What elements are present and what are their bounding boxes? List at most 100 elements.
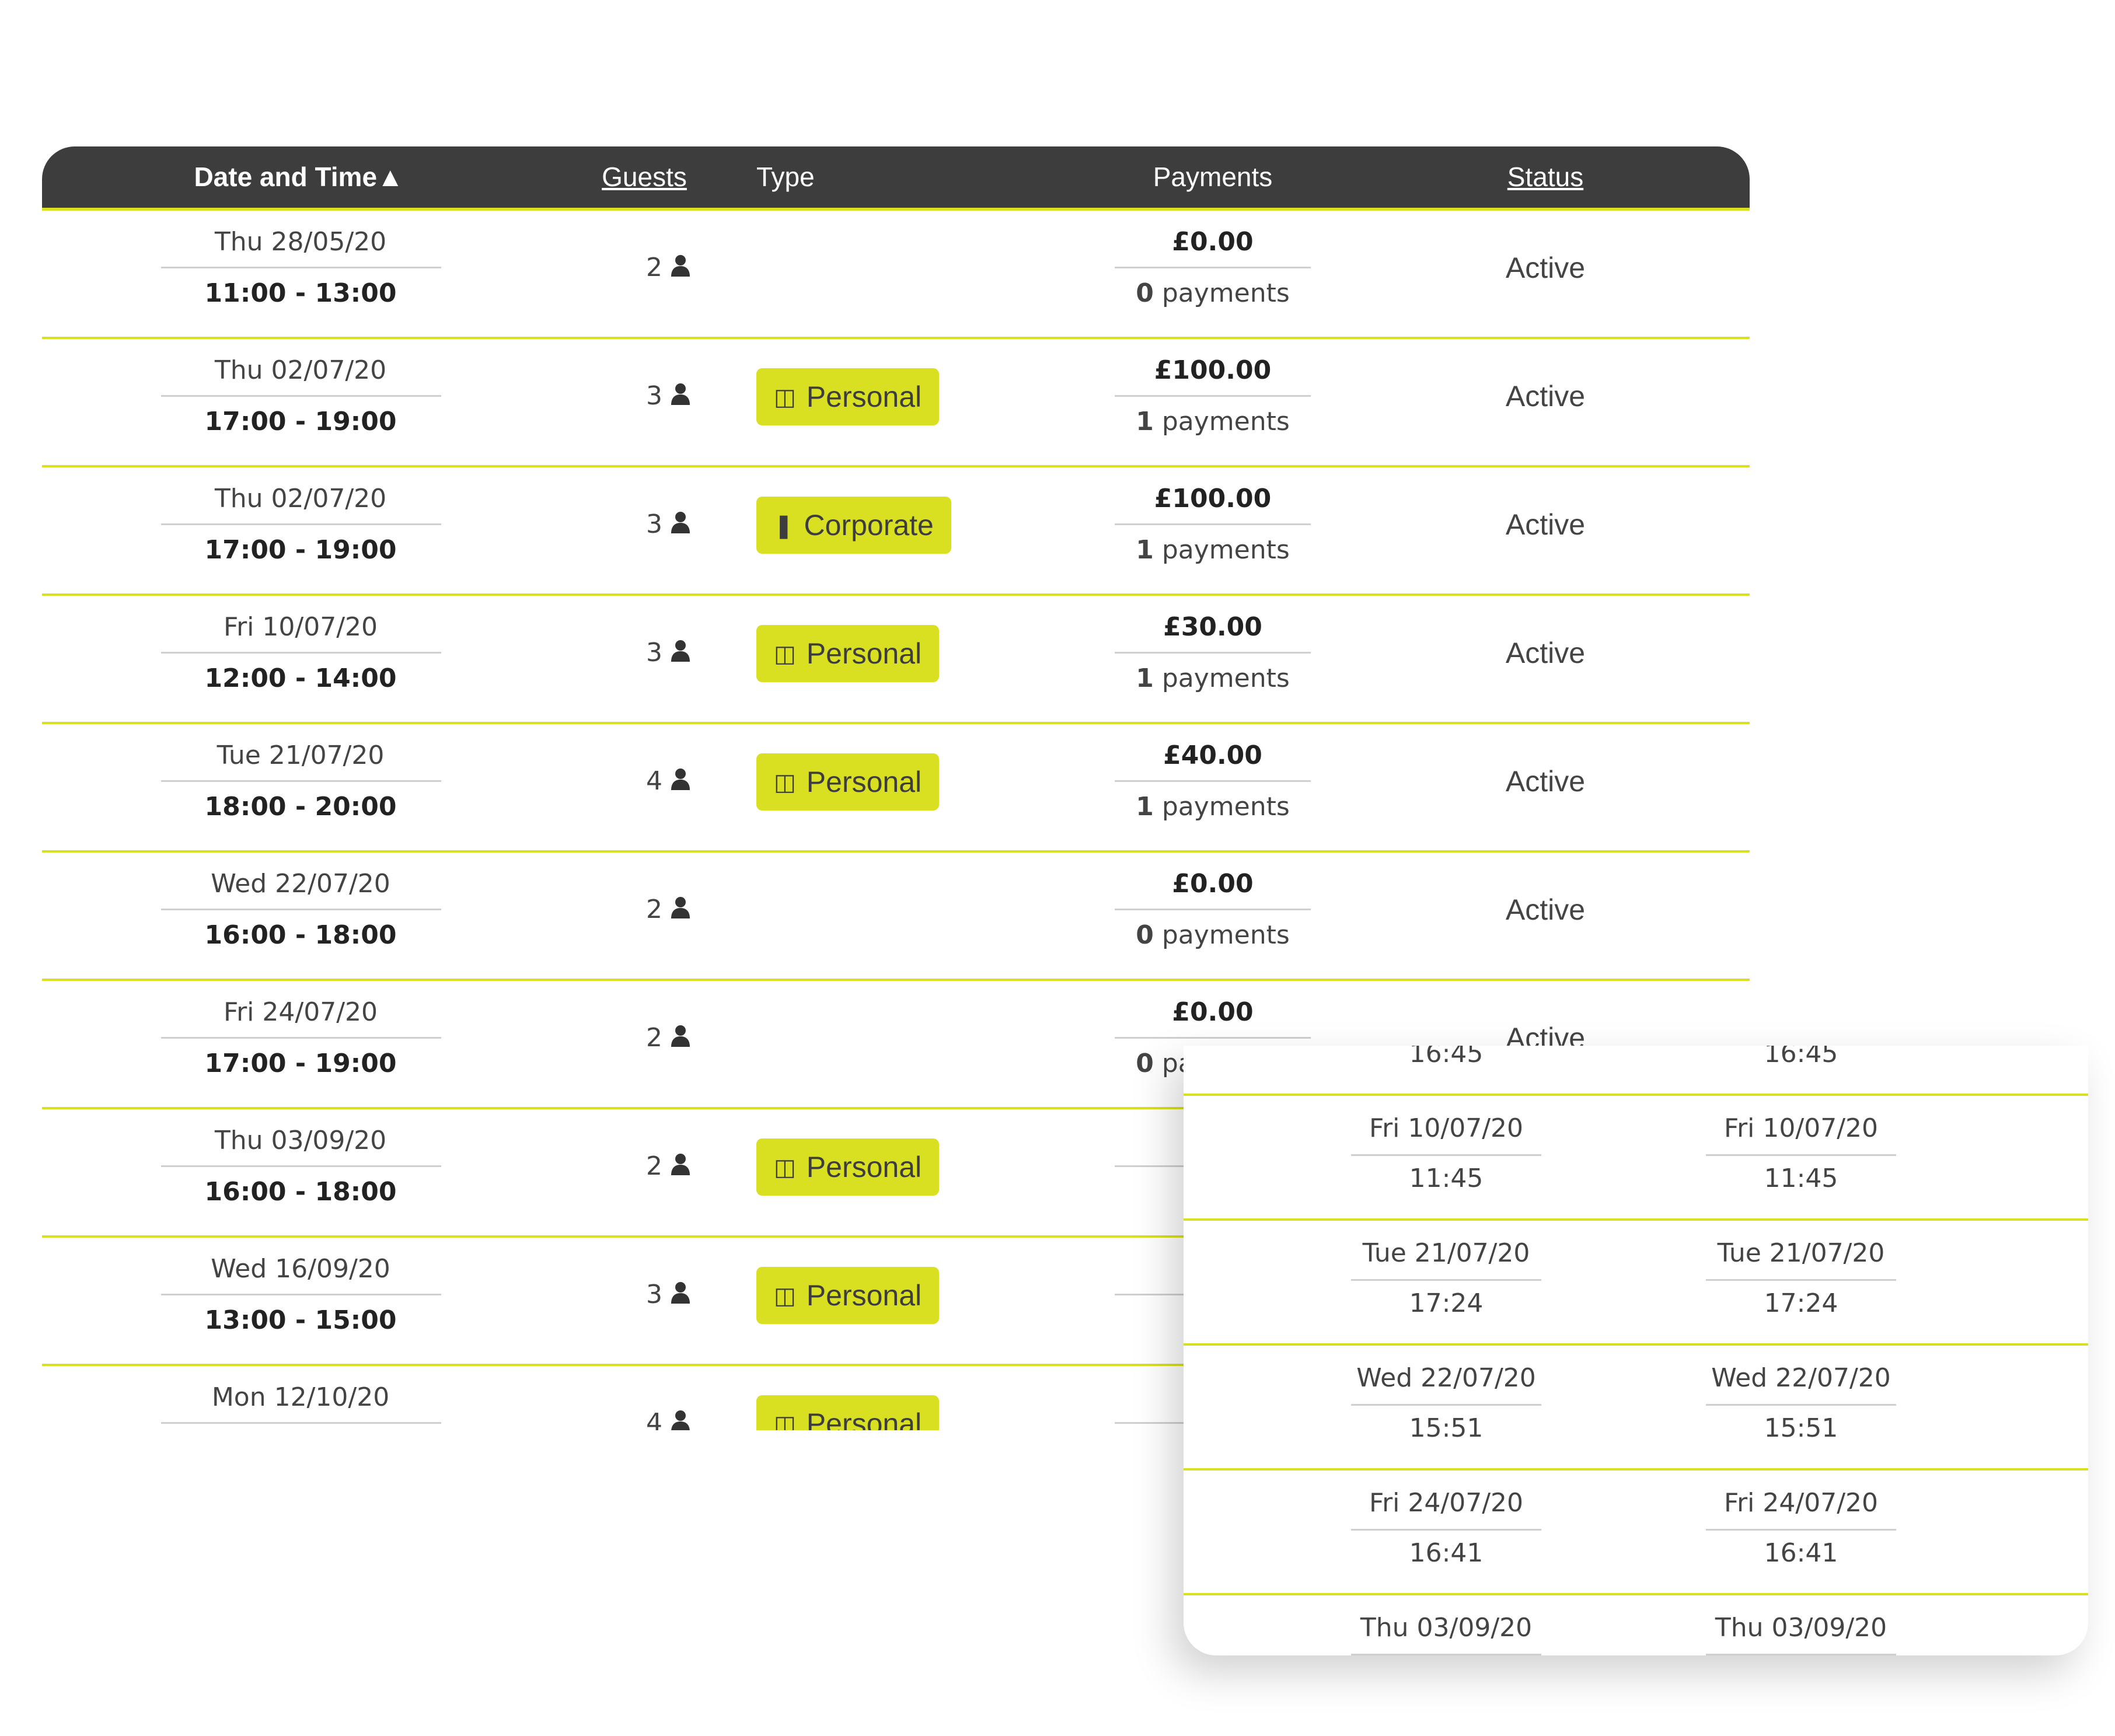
divider (161, 523, 441, 525)
status-text: Active (1505, 508, 1586, 541)
guest-count: 3 (646, 1277, 690, 1312)
divider (1115, 652, 1311, 654)
divider (1351, 1279, 1541, 1281)
status-text: Active (1505, 893, 1586, 926)
date-text: Fri 24/07/20 (1723, 1488, 1879, 1518)
booking-date: Fri 10/07/20 (223, 612, 378, 642)
payment-count-label: payments (1161, 663, 1290, 693)
divider (1115, 395, 1311, 397)
payment-count-label: payments (1161, 535, 1290, 565)
person-icon (671, 639, 690, 662)
payment-amount: £0.00 (1172, 227, 1254, 257)
payment-count-value: 1 (1136, 407, 1154, 436)
booking-date: Wed 22/07/20 (211, 869, 390, 899)
payment-amount: £0.00 (1172, 869, 1254, 899)
table-row[interactable]: Tue 21/07/20 18:00 - 20:00 4 ◫ Personal £40.0… (42, 724, 1750, 853)
date-time-column-header[interactable]: Date and Time▲ (194, 146, 403, 208)
booking-date: Thu 03/09/20 (214, 1126, 387, 1155)
payment-count: 1 payments (1136, 533, 1290, 568)
list-item: Thu 03/09/20 Thu 03/09/20 (1184, 1595, 2088, 1655)
guest-count-value: 2 (646, 1151, 662, 1181)
time-text: 16:45 (1409, 1046, 1484, 1068)
guests-column-header[interactable]: Guests (602, 146, 687, 208)
list-item: Fri 10/07/20 11:45 Fri 10/07/20 11:45 (1184, 1096, 2088, 1221)
status-text: Active (1505, 380, 1586, 413)
booking-time: 11:00 - 13:00 (204, 278, 397, 308)
booking-date: Wed 16/09/20 (211, 1254, 390, 1284)
type-label: Corporate (804, 509, 934, 542)
table-row[interactable]: Thu 28/05/20 11:00 - 13:00 2 £0.00 0 payment… (42, 211, 1750, 339)
time-text: 15:51 (1764, 1413, 1838, 1443)
divider (161, 780, 441, 782)
payments-column-header: Payments (1153, 162, 1273, 192)
time-text: 11:45 (1764, 1164, 1838, 1193)
booking-time: 16:00 - 18:00 (204, 920, 397, 950)
type-badge: ❚ Corporate (756, 497, 951, 554)
guest-count: 3 (646, 635, 690, 670)
person-icon (671, 254, 690, 277)
booking-time: 17:00 - 19:00 (204, 1049, 397, 1078)
table-row[interactable]: Wed 22/07/20 16:00 - 18:00 2 £0.00 0 payment… (42, 853, 1750, 981)
payment-count-value: 1 (1136, 663, 1154, 693)
payment-count: 0 payments (1136, 276, 1290, 311)
payment-count-label: payments (1161, 278, 1290, 308)
table-row[interactable]: Fri 10/07/20 12:00 - 14:00 3 ◫ Personal £30.0… (42, 596, 1750, 724)
payment-amount: £40.00 (1163, 740, 1262, 770)
booking-time: 17:00 - 19:00 (204, 535, 397, 565)
time-text: 15:51 (1409, 1413, 1484, 1443)
guest-count: 2 (646, 1021, 690, 1056)
guest-count-value: 4 (646, 1408, 662, 1430)
type-badge: ◫ Personal (756, 1395, 940, 1430)
divider (161, 1294, 441, 1295)
person-icon (671, 1409, 690, 1430)
guest-count: 2 (646, 892, 690, 927)
date-text: Wed 22/07/20 (1711, 1363, 1891, 1393)
type-label: Personal (806, 766, 922, 798)
table-row[interactable]: Thu 02/07/20 17:00 - 19:00 3 ◫ Personal £100.… (42, 339, 1750, 467)
person-icon (671, 1281, 690, 1304)
person-icon (671, 1024, 690, 1047)
date-text: Fri 10/07/20 (1369, 1113, 1524, 1143)
list-item: 16:45 16:45 (1184, 1046, 2088, 1096)
time-text: 16:41 (1764, 1538, 1838, 1568)
person-icon (671, 767, 690, 791)
table-row[interactable]: Thu 02/07/20 17:00 - 19:00 3 ❚ Corporate £100… (42, 467, 1750, 596)
guest-count: 3 (646, 507, 690, 542)
type-label: Personal (806, 380, 922, 413)
payment-count-value: 1 (1136, 792, 1154, 822)
guest-count-value: 3 (646, 638, 662, 668)
date-text: Thu 03/09/20 (1360, 1613, 1533, 1643)
beer-mug-icon: ◫ (774, 1283, 796, 1309)
guest-count-value: 3 (646, 1280, 662, 1309)
type-label: Personal (806, 1279, 922, 1312)
payment-count: 1 payments (1136, 661, 1290, 696)
type-badge: ◫ Personal (756, 1267, 940, 1324)
status-column-header[interactable]: Status (1507, 146, 1583, 208)
payment-count-value: 1 (1136, 535, 1154, 565)
type-badge: ◫ Personal (756, 625, 940, 682)
type-badge: ◫ Personal (756, 1138, 940, 1196)
date-text: Wed 22/07/20 (1356, 1363, 1536, 1393)
type-column-header: Type (756, 162, 815, 192)
payment-count: 1 payments (1136, 790, 1290, 825)
divider (161, 267, 441, 268)
divider (1351, 1654, 1541, 1655)
booking-date: Fri 24/07/20 (223, 997, 378, 1027)
divider (161, 1165, 441, 1167)
payment-count: 1 payments (1136, 404, 1290, 439)
payment-count: 0 payments (1136, 918, 1290, 953)
beer-mug-icon: ◫ (774, 1155, 796, 1180)
payment-amount: £30.00 (1163, 612, 1262, 642)
divider (1115, 523, 1311, 525)
divider (1351, 1404, 1541, 1406)
payment-count-value: 0 (1136, 920, 1154, 950)
payment-count-label: payments (1161, 792, 1290, 822)
status-text: Active (1505, 765, 1586, 798)
date-times-card: 16:45 16:45 Fri 10/07/20 11:45 Fri 10/07/2… (1184, 1046, 2088, 1655)
payment-count-value: 0 (1136, 1049, 1154, 1078)
divider (1115, 909, 1311, 910)
beer-mug-icon: ◫ (774, 385, 796, 410)
divider (1706, 1529, 1896, 1531)
time-text: 16:45 (1764, 1046, 1838, 1068)
date-text: Thu 03/09/20 (1715, 1613, 1887, 1643)
